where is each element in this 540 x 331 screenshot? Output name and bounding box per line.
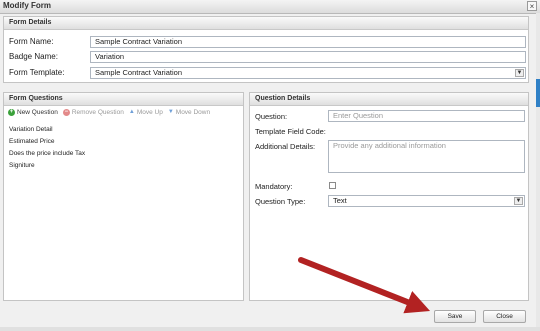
questions-toolbar: + New Question − Remove Question ▲ Move … bbox=[4, 106, 243, 118]
remove-question-label: Remove Question bbox=[71, 108, 124, 116]
form-details-header: Form Details bbox=[4, 17, 528, 30]
form-template-value: Sample Contract Variation bbox=[95, 68, 182, 77]
question-type-select[interactable]: Text ▼ bbox=[328, 195, 525, 207]
mandatory-label: Mandatory: bbox=[255, 182, 293, 191]
form-template-select[interactable]: Sample Contract Variation ▼ bbox=[90, 67, 526, 79]
question-details-header: Question Details bbox=[250, 93, 528, 106]
move-down-button[interactable]: ▼ Move Down bbox=[168, 109, 210, 116]
remove-question-button[interactable]: − Remove Question bbox=[62, 108, 124, 116]
list-item[interactable]: Variation Detail bbox=[9, 126, 53, 133]
additional-details-label: Additional Details: bbox=[255, 142, 316, 151]
form-questions-header: Form Questions bbox=[4, 93, 243, 106]
list-item[interactable]: Does the price include Tax bbox=[9, 150, 85, 157]
chevron-down-icon[interactable]: ▼ bbox=[514, 197, 523, 205]
question-input[interactable]: Enter Question bbox=[328, 110, 525, 122]
badge-name-input[interactable]: Variation bbox=[90, 51, 526, 63]
new-question-label: New Question bbox=[17, 108, 58, 116]
template-field-code-label: Template Field Code: bbox=[255, 127, 326, 136]
question-details-panel: Question Details Question: Enter Questio… bbox=[249, 92, 529, 301]
move-up-label: Move Up bbox=[136, 108, 163, 116]
window-title: Modify Form bbox=[3, 1, 51, 10]
close-icon[interactable]: × bbox=[527, 1, 537, 11]
form-details-panel: Form Details Form Name: Sample Contract … bbox=[3, 16, 529, 83]
move-down-label: Move Down bbox=[175, 108, 211, 116]
question-placeholder: Enter Question bbox=[333, 111, 384, 120]
chevron-down-icon[interactable]: ▼ bbox=[515, 69, 524, 77]
mandatory-checkbox[interactable] bbox=[329, 182, 336, 189]
bottom-divider bbox=[0, 327, 540, 331]
list-item[interactable]: Estimated Price bbox=[9, 138, 55, 145]
form-name-input[interactable]: Sample Contract Variation bbox=[90, 36, 526, 48]
additional-details-placeholder: Provide any additional information bbox=[333, 141, 446, 150]
window-titlebar: Modify Form × bbox=[0, 0, 540, 14]
save-button[interactable]: Save bbox=[434, 310, 476, 323]
question-label: Question: bbox=[255, 112, 288, 121]
new-question-button[interactable]: + New Question bbox=[8, 108, 58, 116]
form-questions-panel: Form Questions + New Question − Remove Q… bbox=[3, 92, 244, 301]
form-template-label: Form Template: bbox=[9, 68, 65, 77]
background-edge bbox=[536, 13, 540, 331]
question-type-label: Question Type: bbox=[255, 197, 306, 206]
remove-icon: − bbox=[62, 108, 70, 116]
background-accent bbox=[536, 79, 540, 107]
arrow-up-icon: ▲ bbox=[128, 109, 135, 115]
move-up-button[interactable]: ▲ Move Up bbox=[129, 109, 163, 116]
badge-name-label: Badge Name: bbox=[9, 52, 58, 61]
form-name-label: Form Name: bbox=[9, 37, 54, 46]
arrow-down-icon: ▼ bbox=[167, 109, 174, 115]
add-icon: + bbox=[8, 108, 15, 116]
close-button[interactable]: Close bbox=[483, 310, 526, 323]
additional-details-textarea[interactable]: Provide any additional information bbox=[328, 140, 525, 173]
question-type-value: Text bbox=[333, 196, 347, 205]
list-item[interactable]: Signiture bbox=[9, 162, 35, 169]
